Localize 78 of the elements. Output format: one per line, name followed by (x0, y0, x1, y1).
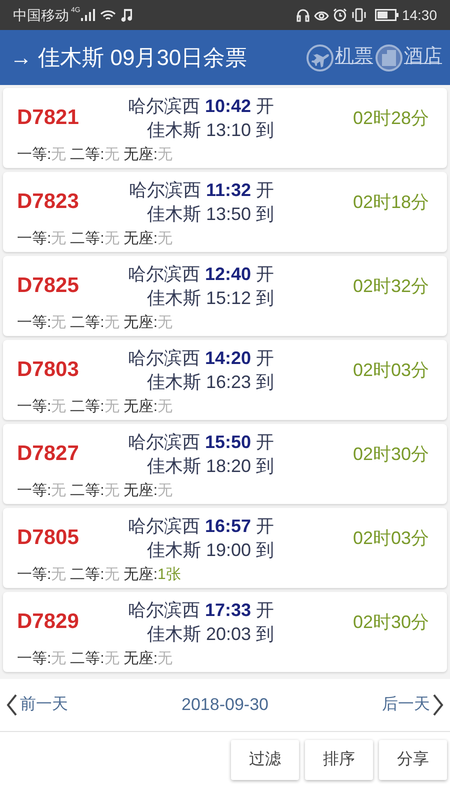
train-card[interactable]: D7803 哈尔滨西 14:20 开 佳木斯 16:23 到 02时03分 一等:无 二等:无 无座:无 (3, 340, 447, 420)
wifi-icon (100, 8, 116, 22)
seat-availability: 二等:无 (70, 397, 120, 417)
train-card[interactable]: D7823 哈尔滨西 11:32 开 佳木斯 13:50 到 02时18分 一等:无 二等:无 无座:无 (3, 172, 447, 252)
duration-text: 02时30分 (352, 442, 430, 466)
toolbar-button[interactable]: 排序 (305, 740, 373, 780)
seat-availability: 一等:无 (17, 649, 66, 669)
chevron-right-icon (432, 694, 444, 716)
page-title: → 佳木斯 09月30日余票 (10, 44, 248, 72)
train-card[interactable]: D7805 哈尔滨西 16:57 开 佳木斯 19:00 到 02时03分 一等:无 二等:无 无座:1张 (3, 508, 447, 588)
train-number: D7827 (17, 441, 80, 468)
seat-availability: 一等:无 (17, 229, 66, 249)
duration-text: 02时03分 (352, 358, 430, 382)
train-number: D7825 (17, 273, 80, 300)
train-number: D7805 (17, 525, 80, 552)
duration-text: 02时03分 (352, 526, 430, 550)
seat-availability: 无座:无 (123, 229, 173, 249)
seat-availability: 无座:无 (123, 481, 173, 501)
train-number: D7803 (17, 357, 80, 384)
toolbar-button[interactable]: 过滤 (231, 740, 299, 780)
train-number: D7821 (17, 105, 80, 132)
train-card[interactable]: D7827 哈尔滨西 15:50 开 佳木斯 18:20 到 02时30分 一等:无 二等:无 无座:无 (3, 424, 447, 504)
signal-icon (81, 9, 96, 21)
seat-availability: 二等:无 (70, 649, 120, 669)
seat-availability: 二等:无 (70, 565, 120, 585)
train-card[interactable]: D7821 哈尔滨西 10:42 开 佳木斯 13:10 到 02时28分 一等:无 二等:无 无座:无 (3, 88, 447, 168)
next-day-link[interactable]: 后一天 (382, 693, 444, 717)
hotel-link[interactable]: 酒店 (404, 43, 442, 72)
alarm-clock-icon (332, 8, 347, 22)
departure-text: 哈尔滨西 10:42 开 (128, 95, 274, 118)
seat-availability: 无座:无 (123, 397, 173, 417)
departure-text: 哈尔滨西 12:40 开 (128, 263, 274, 286)
arrival-text: 佳木斯 20:03 到 (146, 623, 274, 646)
music-note-icon (121, 8, 134, 22)
seat-availability: 无座:1张 (123, 565, 181, 585)
departure-text: 哈尔滨西 15:50 开 (128, 431, 274, 454)
train-card[interactable]: D7825 哈尔滨西 12:40 开 佳木斯 15:12 到 02时32分 一等:无 二等:无 无座:无 (3, 256, 447, 336)
seat-availability: 无座:无 (123, 649, 173, 669)
seat-availability: 二等:无 (70, 313, 120, 333)
train-number: D7829 (17, 609, 80, 636)
vibrate-icon (350, 8, 367, 22)
departure-text: 哈尔滨西 14:20 开 (128, 347, 274, 370)
toolbar-button[interactable]: 分享 (379, 740, 447, 780)
train-card[interactable]: D7829 哈尔滨西 17:33 开 佳木斯 20:03 到 02时30分 一等:无 二等:无 无座:无 (3, 592, 447, 672)
departure-text: 哈尔滨西 16:57 开 (128, 515, 274, 538)
seat-availability: 一等:无 (17, 565, 66, 585)
previous-day-link[interactable]: 前一天 (6, 693, 68, 717)
seat-availability: 二等:无 (70, 229, 120, 249)
duration-text: 02时30分 (352, 610, 430, 634)
departure-text: 哈尔滨西 11:32 开 (128, 179, 274, 202)
seat-availability: 无座:无 (123, 313, 173, 333)
arrival-text: 佳木斯 18:20 到 (146, 455, 274, 478)
seat-availability: 一等:无 (17, 481, 66, 501)
status-time: 14:30 (402, 6, 437, 24)
headphones-icon (296, 8, 310, 22)
arrival-text: 佳木斯 16:23 到 (146, 371, 274, 394)
carrier-name: 中国移动 (13, 6, 69, 24)
seat-availability: 二等:无 (70, 145, 120, 165)
seat-availability: 一等:无 (17, 313, 66, 333)
battery-icon (374, 9, 399, 21)
arrival-text: 佳木斯 13:10 到 (146, 119, 274, 142)
duration-text: 02时32分 (352, 274, 430, 298)
train-number: D7823 (17, 189, 80, 216)
arrival-text: 佳木斯 19:00 到 (146, 539, 274, 562)
seat-availability: 二等:无 (70, 481, 120, 501)
building-icon (375, 44, 403, 72)
chevron-left-icon (6, 694, 18, 716)
duration-text: 02时28分 (352, 106, 430, 130)
date-label: 2018-09-30 (182, 694, 268, 716)
duration-text: 02时18分 (352, 190, 430, 214)
flight-link[interactable]: 机票 (335, 43, 373, 72)
seat-availability: 一等:无 (17, 397, 66, 417)
departure-text: 哈尔滨西 17:33 开 (128, 599, 274, 622)
airplane-icon (306, 44, 334, 72)
arrival-text: 佳木斯 15:12 到 (146, 287, 274, 310)
arrival-text: 佳木斯 13:50 到 (146, 203, 274, 226)
seat-availability: 一等:无 (17, 145, 66, 165)
seat-availability: 无座:无 (123, 145, 173, 165)
